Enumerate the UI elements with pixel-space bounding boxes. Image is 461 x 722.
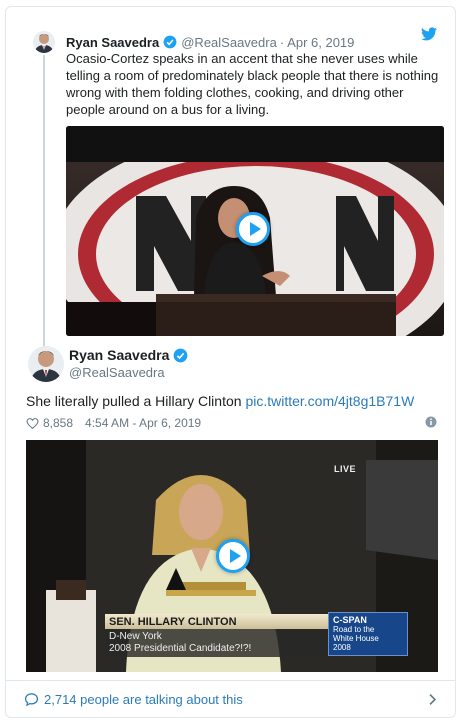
info-icon[interactable] [425,416,437,428]
network-line-1: Road to the [333,625,375,634]
like-count[interactable]: 8,858 [43,416,73,430]
quoted-tweet-text: Ocasio-Cortez speaks in an accent that s… [66,51,439,117]
conversation-footer[interactable]: 2,714 people are talking about this [6,680,455,717]
main-video-thumbnail[interactable]: LIVE SEN. HILLARY CLINTON D-New York 200… [26,440,438,672]
speech-bubble-icon [24,692,39,706]
embedded-tweet-card: Ryan Saavedra @RealSaavedra · Apr 6, 201… [5,6,456,718]
quoted-tweet-date[interactable]: Apr 6, 2019 [287,35,354,50]
main-author-handle[interactable]: @RealSaavedra [69,365,165,380]
tweet-meta-row: 8,858 4:54 AM - Apr 6, 2019 [26,414,441,432]
quoted-tweet-header: Ryan Saavedra @RealSaavedra · Apr 6, 201… [66,33,446,51]
network-line-2: White House [333,634,379,643]
quoted-play-icon[interactable] [236,212,270,246]
caption-line-2: 2008 Presidential Candidate?!?! [109,643,252,654]
media-link[interactable]: pic.twitter.com/4jt8g1B71W [245,393,414,409]
thread-connector [43,55,45,351]
main-author-name[interactable]: Ryan Saavedra [69,347,192,363]
quoted-author-handle[interactable]: @RealSaavedra [181,35,277,50]
twitter-bird-icon[interactable] [421,27,437,41]
header-separator: · [279,34,285,50]
network-name: C-SPAN [333,615,367,625]
quoted-author-name[interactable]: Ryan Saavedra [66,35,159,50]
network-bug: C-SPAN Road to the White House 2008 [328,612,408,656]
main-play-icon[interactable] [216,539,250,573]
conversation-count-text[interactable]: 2,714 people are talking about this [44,692,243,707]
main-author-name-text[interactable]: Ryan Saavedra [69,347,169,363]
caption-name: SEN. HILLARY CLINTON [105,614,331,629]
main-tweet-text: She literally pulled a Hillary Clinton p… [26,393,441,409]
chevron-right-icon[interactable] [428,693,437,706]
main-tweet-body: She literally pulled a Hillary Clinton [26,393,246,409]
network-line-3: 2008 [333,643,351,652]
main-author-avatar[interactable] [28,346,64,382]
caption-subtitle: D-New York 2008 Presidential Candidate?!… [105,629,331,657]
verified-badge-icon [174,348,188,362]
caption-line-1: D-New York [109,631,162,642]
quoted-author-avatar[interactable] [33,31,55,53]
video-caption: SEN. HILLARY CLINTON D-New York 2008 Pre… [105,614,331,657]
live-badge: LIVE [333,464,356,474]
quoted-video-thumbnail[interactable] [66,126,444,336]
verified-badge-icon [163,35,177,49]
heart-icon[interactable] [26,417,39,430]
tweet-timestamp[interactable]: 4:54 AM - Apr 6, 2019 [85,416,201,430]
